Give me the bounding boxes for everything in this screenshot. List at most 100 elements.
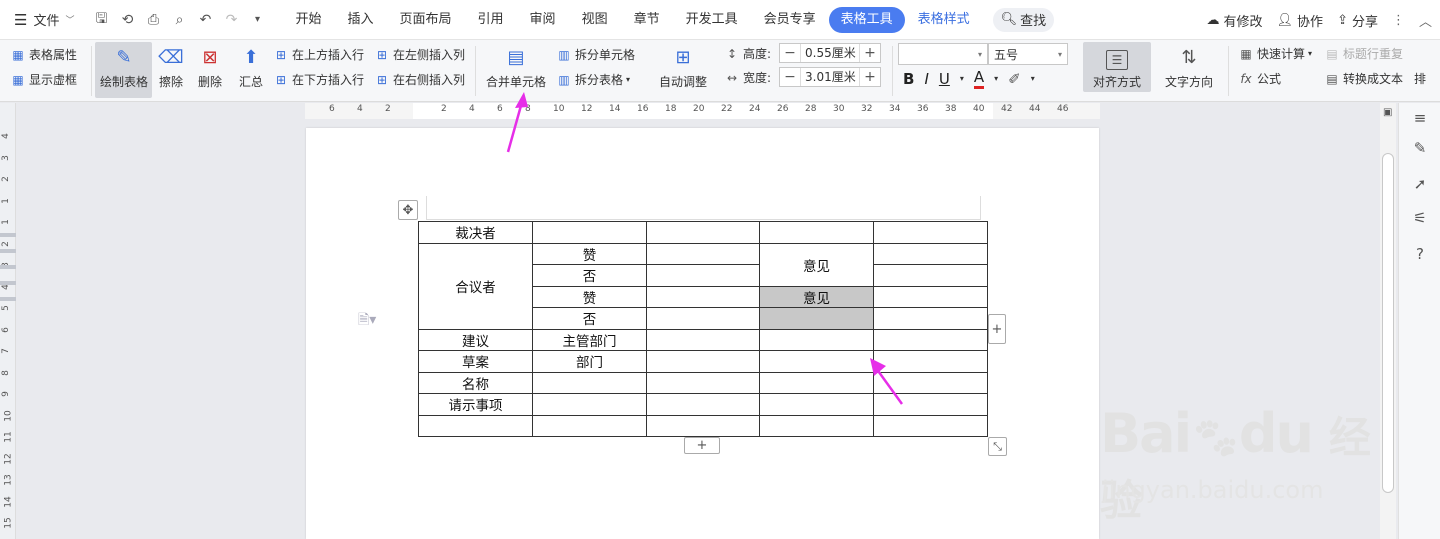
height-decrease-button[interactable]: − [780, 45, 800, 61]
auto-fit-button[interactable]: ⊞ 自动调整 [652, 44, 714, 90]
menu-lines-icon[interactable]: ≡ [1409, 107, 1431, 129]
table-properties-button[interactable]: ▦ 表格属性 [10, 46, 77, 63]
width-increase-button[interactable]: + [860, 69, 880, 85]
table-cell[interactable]: 赞 [532, 242, 647, 265]
split-table-button[interactable]: ▥ 拆分表格 ▾ [556, 71, 630, 88]
erase-button[interactable]: ⌫ 擦除 [156, 44, 186, 90]
table-cell[interactable] [646, 393, 760, 416]
width-decrease-button[interactable]: − [780, 69, 800, 85]
table-cell[interactable] [759, 414, 874, 437]
table-cell[interactable]: 赞 [532, 285, 647, 308]
height-stepper[interactable]: −0.55厘米 + [779, 43, 881, 63]
table-cell[interactable] [532, 414, 647, 437]
text-direction-button[interactable]: ⇅ 文字方向 [1158, 44, 1220, 90]
tab-chapter[interactable]: 章节 [621, 7, 673, 33]
table-cell[interactable]: 主管部门 [532, 328, 647, 351]
show-gridlines-button[interactable]: ▦ 显示虚框 [10, 71, 77, 88]
format-painter-icon[interactable]: ⟲ [116, 9, 138, 31]
table-cell[interactable] [532, 221, 647, 244]
quick-calc-button[interactable]: ▦ 快速计算 ▾ [1238, 45, 1312, 62]
table-cell[interactable] [759, 350, 874, 373]
table-cell[interactable] [646, 221, 760, 244]
italic-icon[interactable]: I [924, 70, 928, 88]
table-cell[interactable] [646, 350, 760, 373]
table-cell[interactable] [646, 414, 760, 437]
cursor-icon[interactable]: ➚ [1409, 173, 1431, 195]
table-cell[interactable]: 草案 [418, 350, 533, 373]
table-cell[interactable] [532, 371, 647, 394]
table-cell[interactable]: 建议 [418, 328, 533, 351]
to-text-button[interactable]: ▤ 转换成文本 [1324, 70, 1403, 87]
tab-review[interactable]: 审阅 [517, 7, 569, 33]
table-resize-handle[interactable]: ⤡ [988, 437, 1007, 456]
summary-button[interactable]: ⬆ 汇总 [236, 44, 266, 90]
table-cell[interactable] [646, 371, 760, 394]
table-cell[interactable] [646, 285, 760, 308]
modified-status[interactable]: ☁ 有修改 [1207, 11, 1263, 30]
help-icon[interactable]: ? [1409, 243, 1431, 265]
font-color-icon[interactable]: A [973, 68, 985, 89]
align-button[interactable]: ☰ 对齐方式 [1085, 44, 1149, 90]
table-cell[interactable] [646, 242, 760, 265]
customize-toolbar-icon[interactable]: ▾ [246, 9, 268, 31]
share-button[interactable]: ⇪ 分享 [1337, 11, 1378, 30]
width-stepper[interactable]: −3.01厘米 + [779, 67, 881, 87]
height-value[interactable]: 0.55厘米 [800, 44, 860, 62]
delete-button[interactable]: ⊠ 删除 [192, 44, 228, 90]
redo-icon[interactable]: ↷ [220, 9, 242, 31]
height-increase-button[interactable]: + [860, 45, 880, 61]
table-cell[interactable]: 名称 [418, 371, 533, 394]
table-cell[interactable] [646, 328, 760, 351]
tab-references[interactable]: 引用 [465, 7, 517, 33]
insert-col-left-button[interactable]: ⊞ 在左侧插入列 [374, 46, 465, 63]
table-cell[interactable]: 合议者 [418, 242, 533, 330]
table-cell[interactable]: 否 [532, 264, 647, 287]
table-cell[interactable] [873, 264, 988, 287]
table-cell[interactable] [532, 393, 647, 416]
table-cell[interactable]: 部门 [532, 350, 647, 373]
highlight-icon[interactable]: ✐ [1008, 70, 1021, 88]
split-cells-button[interactable]: ▥ 拆分单元格 [556, 46, 635, 63]
collab-button[interactable]: 👤︎ 协作 [1277, 11, 1324, 30]
table-cell[interactable] [646, 307, 760, 330]
sort-button[interactable]: 排 [1414, 70, 1426, 87]
print-icon[interactable]: ⎙ [142, 9, 164, 31]
file-menu[interactable]: ☰ 文件 ﹀ [0, 0, 84, 40]
save-icon[interactable]: 🖫 [90, 9, 112, 31]
tab-insert[interactable]: 插入 [335, 7, 387, 33]
tab-developer[interactable]: 开发工具 [673, 7, 751, 33]
paragraph-marker-icon[interactable]: 🗎▾ [358, 309, 376, 333]
font-size-select[interactable]: 五号 ▾ [988, 43, 1068, 65]
table-cell[interactable]: 否 [532, 307, 647, 330]
table-move-handle[interactable]: ✥ [398, 200, 418, 220]
draw-table-button[interactable]: ✎ 绘制表格 [97, 44, 151, 90]
table-cell[interactable] [646, 264, 760, 287]
merge-cells-button[interactable]: ▤ 合并单元格 [484, 44, 548, 90]
table-cell[interactable] [759, 328, 874, 351]
table-cell[interactable]: 意见 [759, 242, 874, 287]
search-button[interactable]: 🔍︎ 查找 [992, 7, 1055, 32]
table-cell[interactable] [873, 221, 988, 244]
table-cell[interactable] [873, 414, 988, 437]
settings-sliders-icon[interactable]: ⚟ [1409, 207, 1431, 229]
selected-cell[interactable]: 意见 [759, 285, 874, 308]
add-row-button[interactable]: + [684, 437, 720, 454]
tab-home[interactable]: 开始 [282, 7, 334, 33]
insert-col-right-button[interactable]: ⊞ 在右侧插入列 [374, 71, 465, 88]
selected-cell[interactable] [759, 307, 874, 330]
tab-view[interactable]: 视图 [569, 7, 621, 33]
table-cell[interactable]: 请示事项 [418, 393, 533, 416]
insert-row-below-button[interactable]: ⊞ 在下方插入行 [273, 71, 364, 88]
insert-row-above-button[interactable]: ⊞ 在上方插入行 [273, 46, 364, 63]
pen-icon[interactable]: ✎ [1409, 137, 1431, 159]
tab-table-style[interactable]: 表格样式 [905, 7, 983, 33]
table-cell[interactable] [759, 371, 874, 394]
table-cell[interactable]: 裁决者 [418, 221, 533, 244]
undo-icon[interactable]: ↶ [194, 9, 216, 31]
formula-button[interactable]: fx 公式 [1238, 70, 1281, 87]
table-cell[interactable] [873, 285, 988, 308]
bold-icon[interactable]: B [903, 70, 914, 88]
table-cell[interactable] [418, 414, 533, 437]
more-menu-icon[interactable]: ⋮ [1392, 13, 1405, 28]
table-cell[interactable] [759, 393, 874, 416]
